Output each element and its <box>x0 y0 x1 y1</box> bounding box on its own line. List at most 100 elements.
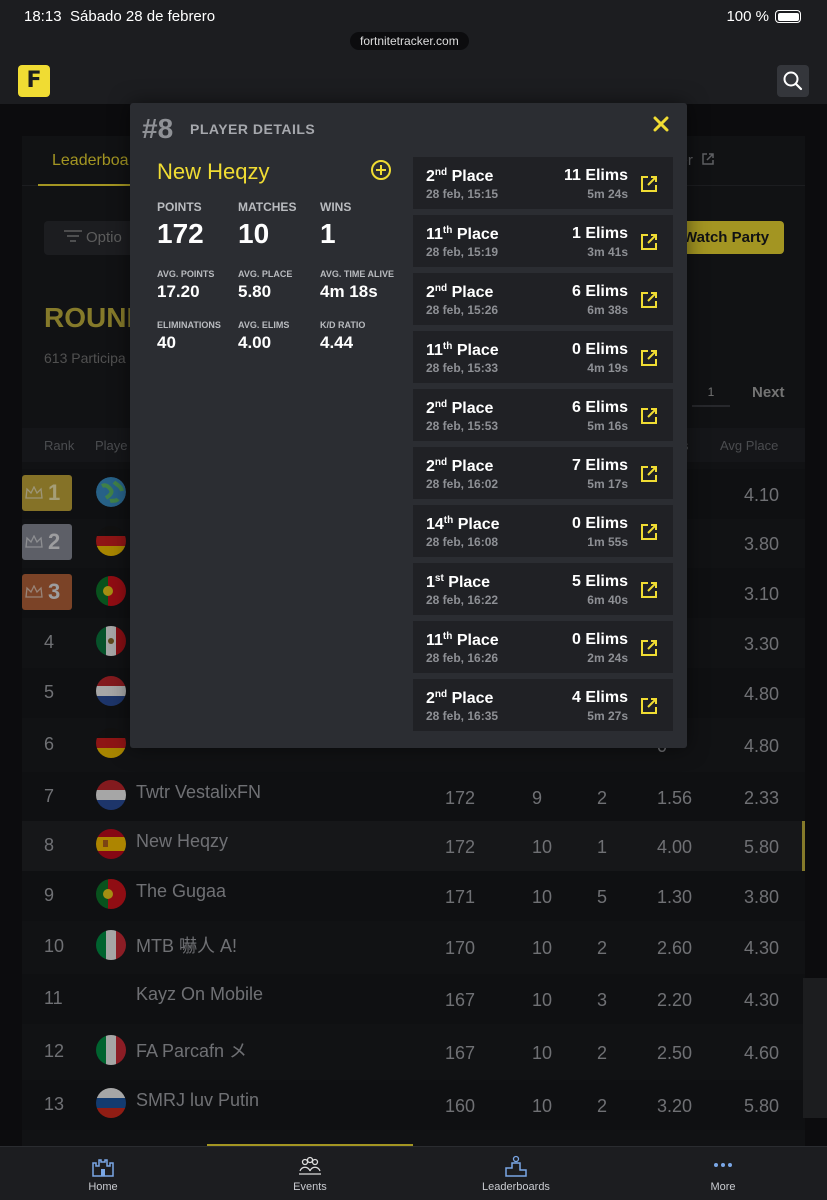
stat-avg-time-alive: AVG. TIME ALIVE 4m 18s <box>320 269 394 302</box>
match-time: 5m 24s <box>587 187 628 201</box>
match-place-suffix: nd <box>434 399 448 410</box>
match-card[interactable]: 1st Place 28 feb, 16:22 5 Elims 6m 40s <box>413 563 673 615</box>
modal-title: PLAYER DETAILS <box>190 121 316 137</box>
status-bar: 18:13 Sábado 28 de febrero 100 % <box>0 0 827 32</box>
modal-player-name: New Heqzy <box>157 159 270 184</box>
external-link-icon[interactable] <box>640 233 658 251</box>
match-place-word: Place <box>456 226 499 243</box>
match-place-suffix: th <box>443 515 454 526</box>
match-time: 2m 24s <box>587 651 628 665</box>
url-field[interactable]: fortnitetracker.com <box>350 32 469 50</box>
stat-eliminations: ELIMINATIONS 40 <box>157 320 221 353</box>
match-date: 28 feb, 16:26 <box>426 651 499 665</box>
more-dots-icon <box>714 1163 732 1167</box>
match-card[interactable]: 2nd Place 28 feb, 15:15 11 Elims 5m 24s <box>413 157 673 209</box>
external-link-icon[interactable] <box>640 175 658 193</box>
match-place-number: 11 <box>426 226 443 243</box>
match-place-word: Place <box>451 284 494 301</box>
nav-more[interactable]: More <box>663 1147 783 1200</box>
match-place: 11th Place <box>426 631 499 650</box>
external-link-icon[interactable] <box>640 291 658 309</box>
battery-icon <box>775 10 801 23</box>
match-date: 28 feb, 16:08 <box>426 535 499 549</box>
match-place-suffix: th <box>442 341 453 352</box>
external-link-icon[interactable] <box>640 523 658 541</box>
status-date: Sábado 28 de febrero <box>70 8 216 25</box>
stat-wins: WINS 1 <box>320 200 351 250</box>
search-button[interactable] <box>777 65 809 97</box>
add-circle-icon[interactable] <box>370 159 392 181</box>
podium-icon <box>505 1155 527 1177</box>
match-card[interactable]: 11th Place 28 feb, 16:26 0 Elims 2m 24s <box>413 621 673 673</box>
stat-kd-ratio-value: 4.44 <box>320 333 354 352</box>
match-card[interactable]: 11th Place 28 feb, 15:19 1 Elims 3m 41s <box>413 215 673 267</box>
match-elims: 5 Elims <box>571 573 628 590</box>
match-place: 2nd Place <box>426 167 493 186</box>
external-link-icon[interactable] <box>640 407 658 425</box>
match-elims: 4 Elims <box>571 689 628 706</box>
match-card[interactable]: 2nd Place 28 feb, 15:26 6 Elims 6m 38s <box>413 273 673 325</box>
match-place-number: 2 <box>426 690 435 707</box>
match-card[interactable]: 11th Place 28 feb, 15:33 0 Elims 4m 19s <box>413 331 673 383</box>
match-place-suffix: nd <box>434 167 448 178</box>
match-place-number: 2 <box>426 284 435 301</box>
match-place-number: 11 <box>426 632 443 649</box>
match-place: 14th Place <box>426 515 500 534</box>
match-place-word: Place <box>456 632 499 649</box>
match-place-suffix: nd <box>434 689 448 700</box>
external-link-icon[interactable] <box>640 639 658 657</box>
match-elims: 1 Elims <box>571 225 628 242</box>
stat-avg-elims: AVG. ELIMS 4.00 <box>238 320 289 353</box>
stat-avg-time-alive-value: 4m 18s <box>320 282 378 301</box>
match-card[interactable]: 2nd Place 28 feb, 16:02 7 Elims 5m 17s <box>413 447 673 499</box>
external-link-icon[interactable] <box>640 465 658 483</box>
nav-events[interactable]: Events <box>250 1147 370 1200</box>
match-card[interactable]: 2nd Place 28 feb, 15:53 6 Elims 5m 16s <box>413 389 673 441</box>
match-place: 2nd Place <box>426 283 493 302</box>
stat-avg-place-value: 5.80 <box>238 282 272 301</box>
match-time: 1m 55s <box>587 535 628 549</box>
external-link-icon[interactable] <box>640 697 658 715</box>
match-date: 28 feb, 16:35 <box>426 709 499 723</box>
stat-avg-points-value: 17.20 <box>157 282 200 301</box>
match-date: 28 feb, 15:53 <box>426 419 499 433</box>
stat-avg-place-label: AVG. PLACE <box>238 269 293 279</box>
nav-home-label: Home <box>88 1181 118 1193</box>
match-elims: 6 Elims <box>571 283 628 300</box>
match-card[interactable]: 2nd Place 28 feb, 16:35 4 Elims 5m 27s <box>413 679 673 731</box>
match-place-number: 14 <box>426 516 444 533</box>
match-place-suffix: nd <box>434 457 448 468</box>
match-place-word: Place <box>451 400 494 417</box>
nav-home[interactable]: Home <box>43 1147 163 1200</box>
external-link-icon[interactable] <box>640 349 658 367</box>
match-time: 6m 40s <box>587 593 628 607</box>
match-time: 4m 19s <box>587 361 628 375</box>
site-logo[interactable]: F <box>18 65 50 97</box>
castle-icon <box>92 1159 114 1177</box>
match-place-number: 11 <box>426 342 443 359</box>
stat-points-value: 172 <box>157 218 204 249</box>
match-elims: 0 Elims <box>571 341 628 358</box>
match-place-suffix: th <box>442 225 453 236</box>
match-place-number: 2 <box>426 458 435 475</box>
external-link-icon[interactable] <box>640 581 658 599</box>
match-place: 11th Place <box>426 225 499 244</box>
stat-avg-elims-label: AVG. ELIMS <box>238 320 290 330</box>
stat-kd-ratio: K/D RATIO 4.44 <box>320 320 365 353</box>
match-elims: 6 Elims <box>571 399 628 416</box>
match-place: 2nd Place <box>426 689 493 708</box>
match-place: 2nd Place <box>426 399 493 418</box>
bottom-nav: Home Events Leaderboards More <box>0 1146 827 1200</box>
stat-avg-place: AVG. PLACE 5.80 <box>238 269 292 302</box>
match-place-number: 2 <box>426 168 435 185</box>
close-icon[interactable] <box>650 113 672 135</box>
match-card[interactable]: 14th Place 28 feb, 16:08 0 Elims 1m 55s <box>413 505 673 557</box>
match-place: 11th Place <box>426 341 499 360</box>
nav-leaderboards[interactable]: Leaderboards <box>456 1147 576 1200</box>
search-icon <box>783 71 803 91</box>
match-elims: 0 Elims <box>571 631 628 648</box>
match-place-word: Place <box>451 458 494 475</box>
crowd-icon <box>299 1156 321 1175</box>
stat-matches-label: MATCHES <box>238 200 297 214</box>
stat-eliminations-label: ELIMINATIONS <box>157 320 221 330</box>
